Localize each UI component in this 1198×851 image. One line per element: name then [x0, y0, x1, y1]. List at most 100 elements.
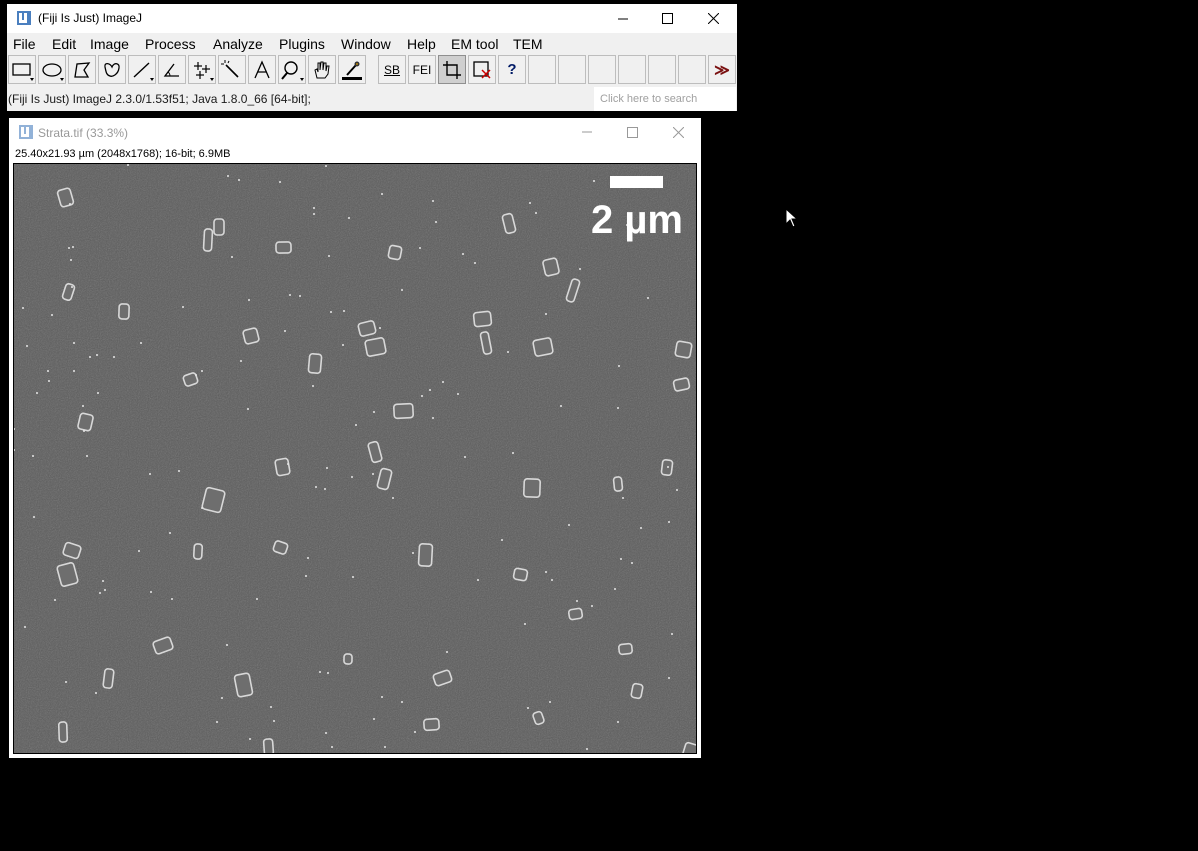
sem-micrograph	[14, 164, 696, 753]
particle	[57, 721, 69, 743]
main-titlebar[interactable]: (Fiji Is Just) ImageJ	[7, 4, 737, 33]
particle	[233, 672, 254, 698]
menu-tem[interactable]: TEM	[513, 36, 543, 52]
particle	[387, 244, 403, 261]
speck	[568, 524, 570, 526]
dropper-tool-button[interactable]	[338, 55, 366, 84]
empty-tool-slot[interactable]	[648, 55, 676, 84]
minimize-icon	[617, 18, 628, 19]
menu-image[interactable]: Image	[90, 36, 129, 52]
speck	[182, 306, 184, 308]
maximize-icon	[626, 126, 638, 138]
speck	[22, 307, 24, 309]
speck	[150, 591, 152, 593]
speck	[549, 701, 551, 703]
speck	[315, 486, 317, 488]
help-tool-button[interactable]: ?	[498, 55, 526, 84]
line-tool-button[interactable]	[128, 55, 156, 84]
speck	[464, 456, 466, 458]
clear-outside-tool-button[interactable]	[468, 55, 496, 84]
statusbar: (Fiji Is Just) ImageJ 2.3.0/1.53f51; Jav…	[7, 87, 737, 111]
hand-tool-button[interactable]	[308, 55, 336, 84]
rectangle-tool-button[interactable]	[8, 55, 36, 84]
maximize-button[interactable]	[645, 4, 690, 33]
menu-edit[interactable]: Edit	[52, 36, 76, 52]
speck	[96, 354, 98, 356]
scale-bar-label: 2 µm	[591, 198, 683, 242]
toolbar: SB FEI ? ≫	[7, 54, 737, 87]
speck	[432, 417, 434, 419]
image-canvas[interactable]: 2 µm	[13, 163, 697, 754]
empty-tool-slot[interactable]	[528, 55, 556, 84]
speck	[560, 405, 562, 407]
image-minimize-button[interactable]	[564, 118, 610, 146]
menu-analyze[interactable]: Analyze	[213, 36, 263, 52]
scale-bar-tool-button[interactable]: SB	[378, 55, 406, 84]
freehand-tool-button[interactable]	[98, 55, 126, 84]
menu-plugins[interactable]: Plugins	[279, 36, 325, 52]
wand-tool-button[interactable]	[218, 55, 246, 84]
close-icon	[708, 13, 719, 24]
crop-tool-button[interactable]	[438, 55, 466, 84]
empty-tool-slot[interactable]	[558, 55, 586, 84]
imagej-main-window: (Fiji Is Just) ImageJ File Edit Image Pr…	[7, 4, 737, 111]
particle	[118, 303, 130, 320]
image-close-button[interactable]	[655, 118, 701, 146]
oval-tool-button[interactable]	[38, 55, 66, 84]
speck	[474, 262, 476, 264]
menu-file[interactable]: File	[13, 36, 36, 52]
mouse-cursor-icon	[785, 208, 799, 228]
particle	[512, 567, 529, 582]
speck	[178, 470, 180, 472]
image-window-title: Strata.tif (33.3%)	[38, 126, 129, 140]
speck	[221, 697, 223, 699]
image-maximize-button[interactable]	[609, 118, 655, 146]
speck	[140, 342, 142, 344]
speck	[512, 452, 514, 454]
speck	[446, 651, 448, 653]
speck	[171, 598, 173, 600]
speck	[348, 217, 350, 219]
menubar: File Edit Image Process Analyze Plugins …	[7, 33, 737, 54]
maximize-icon	[662, 13, 673, 24]
empty-tool-slot[interactable]	[678, 55, 706, 84]
fei-tool-button[interactable]: FEI	[408, 55, 436, 84]
more-tools-button[interactable]: ≫	[708, 55, 736, 84]
multipoint-tool-button[interactable]	[188, 55, 216, 84]
crop-icon	[443, 60, 461, 79]
menu-window[interactable]: Window	[341, 36, 391, 52]
speck	[113, 356, 115, 358]
speck	[355, 424, 357, 426]
polygon-tool-button[interactable]	[68, 55, 96, 84]
text-tool-button[interactable]	[248, 55, 276, 84]
speck	[576, 600, 578, 602]
menu-process[interactable]: Process	[145, 36, 196, 52]
particle	[532, 337, 554, 357]
fiji-app-icon	[17, 11, 31, 25]
search-input[interactable]: Click here to search	[594, 87, 736, 111]
speck	[70, 259, 72, 261]
speck	[149, 473, 151, 475]
speck	[343, 310, 345, 312]
magnifier-tool-button[interactable]	[278, 55, 306, 84]
speck	[421, 395, 423, 397]
minimize-button[interactable]	[600, 4, 645, 33]
particle	[618, 642, 633, 656]
angle-tool-button[interactable]	[158, 55, 186, 84]
speck	[83, 430, 85, 432]
speck	[47, 370, 49, 372]
speck	[82, 405, 84, 407]
empty-tool-slot[interactable]	[618, 55, 646, 84]
speck	[593, 180, 595, 182]
speck	[248, 299, 250, 301]
close-button[interactable]	[691, 4, 736, 33]
speck	[287, 463, 289, 465]
menu-em-tool[interactable]: EM tool	[451, 36, 498, 52]
image-titlebar[interactable]: Strata.tif (33.3%)	[9, 118, 701, 146]
menu-help[interactable]: Help	[407, 36, 436, 52]
empty-tool-slot[interactable]	[588, 55, 616, 84]
scale-bar	[610, 176, 663, 188]
speck	[226, 644, 228, 646]
speck	[72, 246, 74, 248]
speck	[545, 313, 547, 315]
